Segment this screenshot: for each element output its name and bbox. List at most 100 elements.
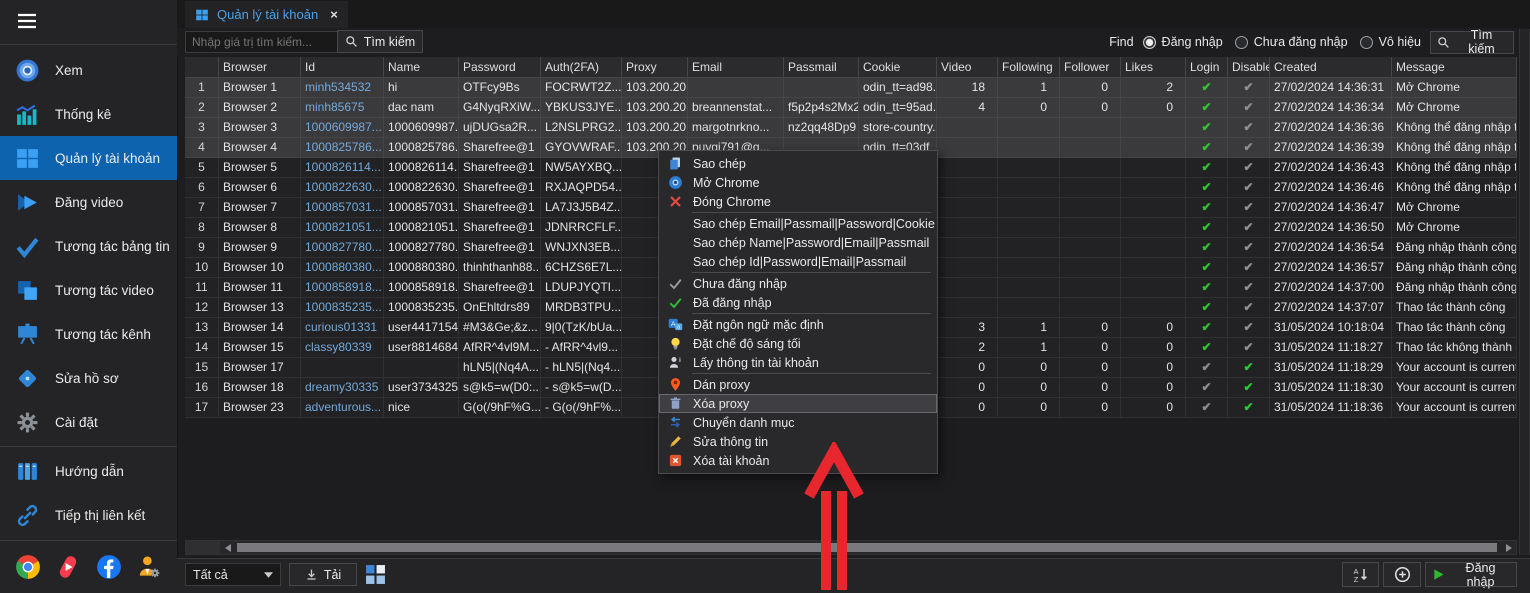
cell-likes — [1121, 158, 1186, 178]
col-header-created[interactable]: Created — [1270, 57, 1392, 78]
table-row[interactable]: 2Browser 2minh85675dac namG4NyqRXiW...YB… — [185, 98, 1517, 118]
find-search-button[interactable]: Tìm kiếm — [1430, 31, 1514, 54]
check-green-icon: ✔ — [1243, 380, 1253, 394]
cell-following — [998, 238, 1060, 258]
col-header-proxy[interactable]: Proxy — [622, 57, 688, 78]
cell-follower — [1060, 238, 1121, 258]
cell-follower — [1060, 278, 1121, 298]
sidebar-item-cai-dat[interactable]: Cài đặt — [0, 400, 177, 444]
category-filter-select[interactable]: Tất cả — [185, 563, 281, 586]
sort-az-button[interactable]: AZ — [1342, 562, 1379, 587]
cell-message: Mở Chrome — [1392, 78, 1517, 98]
find-radio-group: Đăng nhập Chưa đăng nhập Vô hiệu — [1143, 35, 1421, 49]
col-header-login[interactable]: Login — [1186, 57, 1228, 78]
col-header-browser[interactable]: Browser — [219, 57, 301, 78]
sidebar-item-tiep-thi-lien-ket[interactable]: Tiếp thị liên kết — [0, 493, 177, 537]
cell-browser: Browser 23 — [219, 398, 301, 418]
cell-video — [937, 238, 998, 258]
context-menu-item-xoa-proxy[interactable]: Xóa proxy — [659, 394, 937, 413]
user-gear-icon[interactable] — [136, 554, 162, 580]
sidebar-item-xem[interactable]: Xem — [0, 48, 177, 92]
cell-login: ✔ — [1186, 398, 1228, 418]
col-header-follower[interactable]: Follower — [1060, 57, 1121, 78]
find-radio-vo-hieu[interactable]: Vô hiệu — [1360, 35, 1421, 49]
context-menu-item-sao-chep[interactable]: Sao chép — [659, 154, 937, 173]
context-menu-item-chuyen-danh-muc[interactable]: Chuyển danh mục — [659, 413, 937, 432]
table-row[interactable]: 1Browser 1minh534532hiOTFcy9BsFOCRWT2Z..… — [185, 78, 1517, 98]
find-radio-chua-dang-nhap[interactable]: Chưa đăng nhập — [1235, 35, 1348, 49]
context-menu-item-chua-dang-nhap[interactable]: Chưa đăng nhập — [659, 274, 937, 293]
scroll-left-arrow-icon[interactable] — [225, 544, 231, 552]
context-menu-item-lay-thong-tin-tai-khoan[interactable]: iLấy thông tin tài khoản — [659, 353, 937, 372]
col-header-cookie[interactable]: Cookie — [859, 57, 937, 78]
sidebar-item-huong-dan[interactable]: Hướng dẫn — [0, 449, 177, 493]
menu-item-label: Chưa đăng nhập — [693, 277, 787, 291]
cell-created: 27/02/2024 14:36:36 — [1270, 118, 1392, 138]
col-header-id[interactable]: Id — [301, 57, 384, 78]
menu-icon-spacer — [667, 235, 684, 251]
sidebar-item-label: Xem — [55, 63, 83, 78]
context-menu-item-dat-ngon-ngu-mac-dinh[interactable]: AaĐặt ngôn ngữ mặc định — [659, 315, 937, 334]
grid-view-button[interactable] — [365, 563, 387, 585]
horizontal-scrollbar-thumb[interactable] — [237, 543, 1497, 552]
col-header-email[interactable]: Email — [688, 57, 784, 78]
col-header-disable[interactable]: Disable — [1228, 57, 1270, 78]
sidebar-item-quan-ly-tai-khoan[interactable]: Quản lý tài khoản — [0, 136, 177, 180]
login-run-button[interactable]: Đăng nhập — [1425, 562, 1517, 587]
cell-name: user3734325... — [384, 378, 459, 398]
context-menu-item-mo-chrome[interactable]: Mở Chrome — [659, 173, 937, 192]
menu-item-label: Mở Chrome — [693, 176, 760, 190]
tab-quan-ly-tai-khoan[interactable]: Quản lý tài khoản × — [185, 1, 348, 28]
vertical-scrollbar[interactable] — [1519, 29, 1530, 555]
col-header-following[interactable]: Following — [998, 57, 1060, 78]
context-menu-item-sao-chep-email-passmail-password-cookie[interactable]: Sao chép Email|Passmail|Password|Cookie — [659, 214, 937, 233]
cell-following: 1 — [998, 318, 1060, 338]
sidebar-item-tuong-tac-kenh[interactable]: Tương tác kênh — [0, 312, 177, 356]
cell-created: 31/05/2024 11:18:29 — [1270, 358, 1392, 378]
col-header-row-number[interactable] — [185, 57, 219, 78]
col-header-video[interactable]: Video — [937, 57, 998, 78]
shorts-icon[interactable] — [55, 554, 81, 580]
menu-toggle-button[interactable] — [13, 9, 41, 35]
context-menu-item-xoa-tai-khoan[interactable]: Xóa tài khoản — [659, 451, 937, 470]
context-menu-item-dan-proxy[interactable]: Dán proxy — [659, 375, 937, 394]
cell-browser: Browser 13 — [219, 298, 301, 318]
col-header-passmail[interactable]: Passmail — [784, 57, 859, 78]
facebook-icon[interactable] — [96, 554, 122, 580]
col-header-auth[interactable]: Auth(2FA) — [541, 57, 622, 78]
cell-name: 1000826114... — [384, 158, 459, 178]
chrome-icon[interactable] — [15, 554, 41, 580]
context-menu-item-sao-chep-name-password-email-passmail[interactable]: Sao chép Name|Password|Email|Passmail — [659, 233, 937, 252]
sidebar-item-dang-video[interactable]: Đăng video — [0, 180, 177, 224]
context-menu-item-dong-chrome[interactable]: Đóng Chrome — [659, 192, 937, 211]
find-radio-dang-nhap[interactable]: Đăng nhập — [1143, 35, 1223, 49]
context-menu-item-sua-thong-tin[interactable]: Sửa thông tin — [659, 432, 937, 451]
table-row[interactable]: 3Browser 31000609987...1000609987...ujDU… — [185, 118, 1517, 138]
cell-video — [937, 158, 998, 178]
context-menu-item-sao-chep-id-password-email-passmail[interactable]: Sao chép Id|Password|Email|Passmail — [659, 252, 937, 271]
sidebar-item-sua-ho-so[interactable]: Sửa hồ sơ — [0, 356, 177, 400]
diamond-icon — [14, 365, 41, 391]
add-account-button[interactable] — [1383, 562, 1421, 587]
context-menu-item-dat-che-do-sang-toi[interactable]: Đặt chế độ sáng tối — [659, 334, 937, 353]
col-header-likes[interactable]: Likes — [1121, 57, 1186, 78]
cell-num: 11 — [185, 278, 219, 298]
context-menu-item-da-dang-nhap[interactable]: Đã đăng nhập — [659, 293, 937, 312]
search-button[interactable]: Tìm kiếm — [337, 30, 423, 53]
cell-name: user8814684... — [384, 338, 459, 358]
load-button[interactable]: Tải — [289, 563, 357, 586]
tab-close-icon[interactable]: × — [330, 7, 338, 22]
sidebar-item-tuong-tac-bang-tin[interactable]: Tương tác bảng tin — [0, 224, 177, 268]
col-header-message[interactable]: Message — [1392, 57, 1517, 78]
col-header-password[interactable]: Password — [459, 57, 541, 78]
sidebar-item-thong-ke[interactable]: Thống kê — [0, 92, 177, 136]
chromium-icon — [14, 57, 41, 83]
cell-password: Sharefree@1 — [459, 278, 541, 298]
sidebar-item-label: Tiếp thị liên kết — [55, 508, 145, 523]
scroll-right-arrow-icon[interactable] — [1506, 544, 1512, 552]
search-input[interactable] — [185, 31, 341, 53]
col-header-name[interactable]: Name — [384, 57, 459, 78]
sidebar-item-tuong-tac-video[interactable]: Tương tác video — [0, 268, 177, 312]
cell-following — [998, 178, 1060, 198]
cell-login: ✔ — [1186, 138, 1228, 158]
